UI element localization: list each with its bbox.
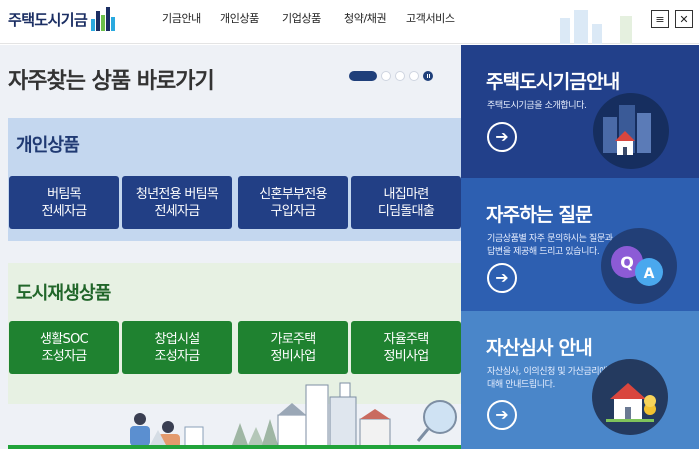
close-icon: ✕ [679,12,689,26]
product-tile-jeonse-loan[interactable]: 버팀목 전세자금 [9,176,119,229]
product-tile-soc-fund[interactable]: 생활SOC 조성자금 [9,321,119,374]
nav-business-products[interactable]: 기업상품 [282,10,344,28]
urban-regeneration-label: 도시재생상품 [16,283,111,304]
hamburger-icon: ≡ [655,12,665,26]
nav-subscription-bonds[interactable]: 청약/채권 [344,10,406,28]
arrow-right-icon[interactable]: ➔ [487,122,517,152]
card-title: 자주하는 질문 [486,204,593,226]
slider-dot[interactable] [381,71,391,81]
arrow-right-icon[interactable]: ➔ [487,400,517,430]
slider-dot-active[interactable] [349,71,377,81]
product-tile-startup-facility-fund[interactable]: 창업시설 조성자금 [122,321,232,374]
slider-dot[interactable] [395,71,405,81]
product-tile-newlywed-purchase[interactable]: 신혼부부전용 구입자금 [238,176,348,229]
info-card-faq[interactable]: 자주하는 질문 기금상품별 자주 문의하시는 질문과 답변을 제공해 드리고 있… [461,178,699,311]
pause-icon[interactable] [423,71,433,81]
quick-links-title: 자주찾는 상품 바로가기 [8,69,215,94]
nav-personal-products[interactable]: 개인상품 [220,10,282,28]
logo-mark-icon [91,7,116,31]
personal-products-label: 개인상품 [16,135,80,156]
info-card-asset-review[interactable]: 자산심사 안내 자산심사, 이의신청 및 가산금리에 대해 안내드립니다. ➔ [461,311,699,449]
buildings-illustration [277,382,391,448]
logo-text: 주택도시기금 [8,10,88,29]
svg-text:A: A [644,266,655,282]
trees-illustration [232,419,278,445]
main-nav: 기금안내 개인상품 기업상품 청약/채권 고객서비스 [162,10,476,28]
nav-fund-info[interactable]: 기금안내 [162,10,220,28]
arrow-right-icon[interactable]: ➔ [487,263,517,293]
magnifier-illustration [416,400,457,442]
slider-controls [349,71,433,81]
city-building-icon [593,93,669,169]
header-decoration [560,10,650,44]
personal-products-section: 개인상품 버팀목 전세자금 청년전용 버팀목 전세자금 신혼부부전용 구입자금 … [8,118,461,241]
card-title: 주택도시기금안내 [486,71,620,93]
info-card-fund-intro[interactable]: 주택도시기금안내 주택도시기금을 소개합니다. ➔ [461,45,699,178]
slider-dot[interactable] [409,71,419,81]
nav-customer-service[interactable]: 고객서비스 [406,10,476,28]
info-cards-panel: 주택도시기금안내 주택도시기금을 소개합니다. ➔ 자주하는 질문 기금상품별 … [461,45,699,449]
product-tile-street-housing[interactable]: 가로주택 정비사업 [238,321,348,374]
quick-links-panel: 자주찾는 상품 바로가기 개인상품 버팀목 전세자금 청년전용 버팀목 전세자금… [0,45,461,449]
house-coins-icon [592,359,668,435]
card-title: 자산심사 안내 [486,337,593,359]
product-tile-didimdol-loan[interactable]: 내집마련 디딤돌대출 [351,176,461,229]
city-illustration [130,382,457,449]
product-tile-youth-jeonse-loan[interactable]: 청년전용 버팀목 전세자금 [122,176,232,229]
qa-bubble-icon: Q A [601,228,677,304]
grass-strip [8,445,461,449]
menu-button[interactable]: ≡ [651,10,669,28]
site-logo[interactable]: 주택도시기금 [8,6,116,32]
product-tile-autonomous-housing[interactable]: 자율주택 정비사업 [351,321,461,374]
svg-text:Q: Q [620,253,634,272]
close-button[interactable]: ✕ [675,10,693,28]
site-header: 주택도시기금 기금안내 개인상품 기업상품 청약/채권 고객서비스 ≡ ✕ [0,0,699,44]
people-illustration [130,413,204,449]
